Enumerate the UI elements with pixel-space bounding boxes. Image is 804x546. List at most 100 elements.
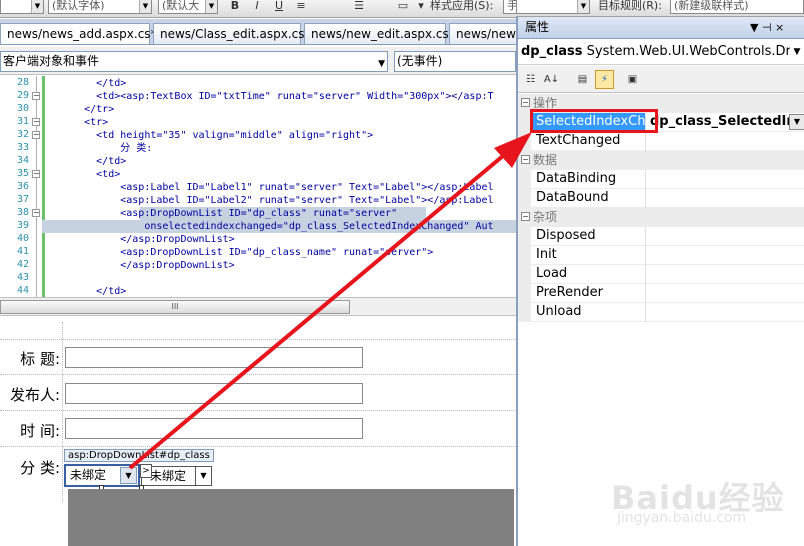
property-name[interactable]: DataBound <box>518 189 646 208</box>
property-category[interactable]: − 数据 <box>518 151 804 170</box>
code-line[interactable]: onselectedindexchanged="dp_class_Selecte… <box>48 220 493 233</box>
property-name[interactable]: PreRender <box>518 284 646 303</box>
property-pages-icon[interactable]: ▣ <box>623 70 642 89</box>
code-line[interactable]: <td> <box>48 168 120 181</box>
property-row[interactable]: PreRender <box>518 284 804 303</box>
class-dropdown[interactable]: 未绑定 ▼ <box>64 464 140 487</box>
property-value[interactable] <box>647 170 804 189</box>
style-apply-combo-right[interactable]: ▼ <box>516 0 590 14</box>
underline-button[interactable]: U <box>270 0 288 14</box>
line-number: 33 <box>16 142 29 153</box>
property-category[interactable]: − 杂项 <box>518 208 804 227</box>
code-line[interactable]: <asp:Label ID="Label1" runat="server" Te… <box>48 181 493 194</box>
line-number: 34 <box>16 155 29 166</box>
property-name[interactable]: TextChanged <box>518 132 646 151</box>
fold-toggle-icon[interactable]: − <box>32 118 40 126</box>
tab-news-add[interactable]: news/news_add.aspx.cs* <box>0 23 157 44</box>
property-value[interactable] <box>647 303 804 322</box>
code-line[interactable]: <tr> <box>48 116 108 129</box>
italic-button[interactable]: I <box>248 0 266 14</box>
tab-class-edit[interactable]: news/Class_edit.aspx.cs <box>153 23 305 44</box>
code-line[interactable]: </asp:DropDownList> <box>48 259 234 272</box>
code-line[interactable]: <td><asp:TextBox ID="txtTime" runat="ser… <box>48 90 493 103</box>
smart-tag-button[interactable]: > <box>140 464 152 478</box>
properties-icon[interactable]: ▤ <box>573 70 592 89</box>
pin-icon[interactable]: ▼ ⊣ × <box>750 17 784 38</box>
target-rule-combo[interactable]: (新建级联样式) <box>670 0 804 14</box>
fold-toggle-icon[interactable]: − <box>32 92 40 100</box>
property-name[interactable]: Disposed <box>518 227 646 246</box>
property-row[interactable]: DataBound <box>518 189 804 208</box>
code-line[interactable]: <td height="35" valign="middle" align="r… <box>48 129 373 142</box>
dropdown-control-tag: asp:DropDownList#dp_class <box>64 449 214 462</box>
code-line[interactable]: </td> <box>48 155 126 168</box>
code-line[interactable]: </td> <box>48 285 126 297</box>
line-number: 32 <box>16 129 29 140</box>
fold-toggle-icon[interactable]: − <box>32 209 40 217</box>
property-row[interactable]: Init <box>518 246 804 265</box>
chevron-down-icon[interactable]: ▼ <box>789 114 804 130</box>
object-selector[interactable]: dp_class System.Web.UI.WebControls.DropD… <box>518 40 804 65</box>
alphabetical-icon[interactable]: A↓ <box>542 70 561 89</box>
property-name[interactable]: Unload <box>518 303 646 322</box>
property-name[interactable]: Init <box>518 246 646 265</box>
property-value[interactable]: dp_class_SelectedInde ▼ <box>647 113 804 132</box>
code-line[interactable]: </tr> <box>48 103 114 116</box>
scroll-thumb[interactable]: III <box>0 300 350 314</box>
code-line[interactable]: <asp:DropDownList ID="dp_class_name" run… <box>48 246 433 259</box>
design-surface-gray <box>68 489 514 546</box>
property-value[interactable] <box>647 284 804 303</box>
property-name[interactable]: DataBinding <box>518 170 646 189</box>
code-line[interactable]: <asp:Label ID="Label2" runat="server" Te… <box>48 194 493 207</box>
fold-toggle-icon[interactable]: − <box>32 170 40 178</box>
chevron-down-icon: ▼ <box>790 40 804 64</box>
events-icon[interactable]: ⚡ <box>595 70 614 89</box>
list-icon[interactable]: ☰ <box>350 0 368 14</box>
time-input[interactable] <box>65 418 363 439</box>
property-value-text: dp_class_SelectedInde <box>650 114 804 129</box>
code-line[interactable]: 分 类: <box>48 142 152 155</box>
property-value[interactable] <box>647 227 804 246</box>
property-row[interactable]: DataBinding <box>518 170 804 189</box>
property-value[interactable] <box>647 246 804 265</box>
code-line[interactable]: <asp:DropDownList ID="dp_class" runat="s… <box>48 207 397 220</box>
line-number: 44 <box>16 285 29 296</box>
fold-toggle-icon[interactable]: − <box>32 131 40 139</box>
author-input[interactable] <box>65 383 363 404</box>
bold-button[interactable]: B <box>226 0 244 14</box>
collapse-icon[interactable]: − <box>521 98 530 107</box>
collapse-icon[interactable]: − <box>521 212 530 221</box>
tab-new-edit[interactable]: news/new_edit.aspx.cs <box>304 23 449 44</box>
font-combo[interactable]: (默认字体) ▼ <box>48 0 152 14</box>
property-row[interactable]: Unload <box>518 303 804 322</box>
categorized-icon[interactable]: ☷ <box>521 70 540 89</box>
align-icon[interactable]: ≡ <box>292 0 310 14</box>
toolbar-left-combo[interactable]: ▼ <box>0 0 44 14</box>
title-label: 标 题: <box>20 350 60 368</box>
border-icon[interactable]: ▭ <box>394 0 412 14</box>
design-view: 标 题: 发布人: 时 间: 分 类: asp:DropDownList#dp_… <box>0 322 516 546</box>
tab-new[interactable]: news/new <box>449 23 516 44</box>
property-row[interactable]: Disposed <box>518 227 804 246</box>
table-border <box>0 339 516 340</box>
code-line[interactable]: </td> <box>48 77 126 90</box>
code-editor[interactable]: 28 </td> 29 <td><asp:TextBox ID="txtTime"… <box>0 76 516 298</box>
client-objects-combo[interactable]: 客户端对象和事件 ▼ <box>0 51 388 72</box>
title-input[interactable] <box>65 347 363 368</box>
font-size-combo[interactable]: (默认大 ▼ <box>158 0 218 14</box>
property-value[interactable] <box>647 189 804 208</box>
style-apply-label: 样式应用(S): <box>430 0 494 12</box>
chevron-down-icon: ▼ <box>120 467 137 484</box>
editor-horizontal-scrollbar[interactable]: III <box>0 298 516 316</box>
property-name[interactable]: Load <box>518 265 646 284</box>
property-value[interactable] <box>647 265 804 284</box>
collapse-icon[interactable]: − <box>521 155 530 164</box>
property-row[interactable]: Load <box>518 265 804 284</box>
toolbar-overflow-icon[interactable]: ▾ <box>412 0 430 14</box>
property-value[interactable] <box>647 132 804 151</box>
property-row[interactable]: TextChanged <box>518 132 804 151</box>
style-apply-combo[interactable]: 手动 <box>503 0 516 14</box>
code-line[interactable]: </asp:DropDownList> <box>48 233 234 246</box>
baidu-watermark: Baidu经验 jingyan.baidu.com <box>611 458 801 538</box>
events-combo[interactable]: (无事件) <box>394 51 516 72</box>
